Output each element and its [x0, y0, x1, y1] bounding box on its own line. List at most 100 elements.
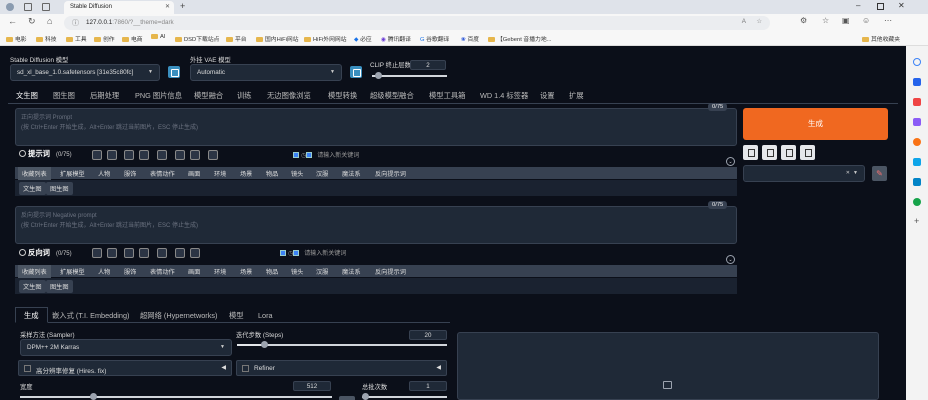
category-item[interactable]: 画面 [188, 169, 200, 178]
tab-model-convert[interactable]: 模型转换 [328, 91, 357, 101]
slider-knob[interactable] [90, 393, 97, 400]
category-item[interactable]: 汉服 [316, 267, 328, 276]
tab-actions-icon[interactable] [42, 3, 50, 11]
category-item[interactable]: 反向提示词 [375, 169, 406, 178]
category-item[interactable]: 魔法系 [342, 169, 361, 178]
negative-keyword-options[interactable]: ◷ 请输入新关键词 [280, 248, 346, 257]
clear-style-icon[interactable]: ✕ [846, 170, 850, 176]
tab-hypernetworks[interactable]: 超网络 (Hypernetworks) [140, 311, 217, 321]
copy-icon[interactable] [157, 150, 167, 160]
tab-txt2img[interactable]: 文生图 [16, 91, 38, 101]
checkbox-icon[interactable] [306, 152, 313, 158]
bookmark-item[interactable]: 平台 [226, 34, 247, 43]
clip-skip-input[interactable]: 2 [410, 60, 446, 70]
edit-styles-button[interactable]: ✎ [872, 166, 887, 181]
tab-image-browser[interactable]: 无边图像浏览 [267, 91, 311, 101]
slider-knob[interactable] [261, 341, 268, 348]
import-icon[interactable] [139, 248, 149, 258]
category-item[interactable]: 物品 [266, 169, 278, 178]
shopping-icon[interactable] [913, 78, 921, 86]
tab-model-toolkit[interactable]: 模型工具箱 [429, 91, 465, 101]
trash-button[interactable] [781, 145, 796, 160]
bookmark-item[interactable]: ❀ 百度 [461, 34, 479, 43]
profile-icon[interactable]: ☺ [862, 16, 870, 25]
negative-helper-toggle[interactable]: 反向词 (0/75) [19, 248, 72, 258]
category-item[interactable]: 镜头 [291, 267, 303, 276]
refresh-vae-button[interactable] [350, 66, 362, 78]
back-icon[interactable]: ← [8, 16, 17, 26]
settings-icon[interactable] [208, 150, 218, 160]
search-icon[interactable] [913, 58, 921, 66]
tab-checkpoints[interactable]: 模型 [229, 311, 244, 321]
tab-lora[interactable]: Lora [258, 311, 273, 320]
category-item[interactable]: 人物 [98, 169, 110, 178]
bookmark-item[interactable]: G 谷歌翻译 [420, 34, 449, 43]
delete-icon[interactable] [190, 248, 200, 258]
generate-button[interactable]: 生成 [743, 108, 888, 140]
category-item[interactable]: 画面 [188, 267, 200, 276]
translate-icon[interactable] [124, 150, 134, 160]
bookmark-item[interactable]: DSD下载站点 [175, 34, 219, 43]
category-favorites[interactable]: 收藏列表 [18, 265, 51, 278]
maximize-button[interactable] [877, 3, 884, 10]
history-icon[interactable] [92, 248, 102, 258]
browser-profile-icon[interactable] [6, 3, 14, 11]
minimize-button[interactable]: – [856, 1, 860, 10]
tools-icon[interactable] [913, 98, 921, 106]
checkpoint-select[interactable]: sd_xl_base_1.0.safetensors [31e35c80fc] … [10, 64, 160, 81]
category-item[interactable]: 汉服 [316, 169, 328, 178]
checkbox-icon[interactable] [293, 250, 300, 256]
collections-icon[interactable]: ▣ [842, 16, 850, 25]
category-item[interactable]: 反向提示词 [375, 267, 406, 276]
bookmark-item[interactable]: ◆ 必应 [354, 34, 372, 43]
office-icon[interactable] [913, 138, 921, 146]
steps-slider[interactable] [237, 341, 447, 348]
width-input[interactable]: 512 [293, 381, 331, 391]
checkbox-icon[interactable] [280, 250, 286, 256]
other-bookmarks[interactable]: 其他收藏夹 [862, 34, 900, 43]
browser-tab[interactable]: Stable Diffusion ✕ [64, 1, 174, 14]
category-item[interactable]: 魔法系 [342, 267, 361, 276]
checkbox-icon[interactable] [293, 152, 299, 158]
more-icon[interactable]: ⋯ [884, 16, 892, 25]
bookmark-item[interactable]: 【Gebent 音播力地... [488, 34, 551, 43]
outlook-icon[interactable] [913, 158, 921, 166]
subcategory-img2img[interactable]: 图生图 [46, 280, 73, 293]
close-tab-icon[interactable]: ✕ [165, 3, 170, 10]
swap-dimensions-button[interactable] [339, 396, 355, 400]
category-favorites[interactable]: 收藏列表 [18, 167, 51, 180]
steps-input[interactable]: 20 [409, 330, 447, 340]
negative-keyword-input[interactable]: 请输入新关键词 [304, 251, 346, 257]
close-window-button[interactable]: ✕ [898, 1, 905, 10]
workspaces-icon[interactable] [24, 3, 32, 11]
new-tab-button[interactable]: + [180, 1, 185, 11]
collapse-icon[interactable]: ⌄ [726, 157, 735, 166]
bookmark-item[interactable]: 电商 [122, 34, 143, 43]
bookmark-item[interactable]: AI [151, 34, 165, 40]
styles-select[interactable]: ✕ ▼ [743, 165, 865, 182]
bookmark-item[interactable]: 工具 [66, 34, 87, 43]
translate-icon[interactable] [124, 248, 134, 258]
batch-count-slider[interactable] [362, 393, 447, 400]
category-item[interactable]: 扩展模型 [60, 169, 85, 178]
paste-icon[interactable] [107, 150, 117, 160]
category-item[interactable]: 场景 [240, 267, 252, 276]
negative-prompt-textarea[interactable]: 反向提示词 Negative prompt (按 Ctrl+Enter 开始生成… [15, 206, 737, 244]
clear-prompt-button[interactable] [762, 145, 777, 160]
tab-png-info[interactable]: PNG 图片信息 [135, 91, 182, 101]
keyword-options[interactable]: ◷ 请输入新关键词 [293, 150, 359, 159]
favorites-icon[interactable]: ☆ [822, 16, 829, 25]
clip-skip-slider[interactable] [372, 72, 447, 79]
bookmark-item[interactable]: HiFi外网网站 [304, 34, 347, 43]
tree-icon[interactable] [913, 198, 921, 206]
category-item[interactable]: 服饰 [124, 169, 136, 178]
category-item[interactable]: 表情动作 [150, 169, 175, 178]
bookmark-item[interactable]: 电影 [6, 34, 27, 43]
prompt-textarea[interactable]: 正向提示词 Prompt (按 Ctrl+Enter 开始生成，Alt+Ente… [15, 108, 737, 146]
category-item[interactable]: 物品 [266, 267, 278, 276]
hires-fix-accordion[interactable]: 高分辨率修复 (Hires. fix) ◀ [18, 360, 232, 376]
paste-params-button[interactable] [743, 145, 758, 160]
category-item[interactable]: 人物 [98, 267, 110, 276]
settings-icon[interactable]: ⚙ [800, 16, 807, 25]
width-slider[interactable] [20, 393, 332, 400]
